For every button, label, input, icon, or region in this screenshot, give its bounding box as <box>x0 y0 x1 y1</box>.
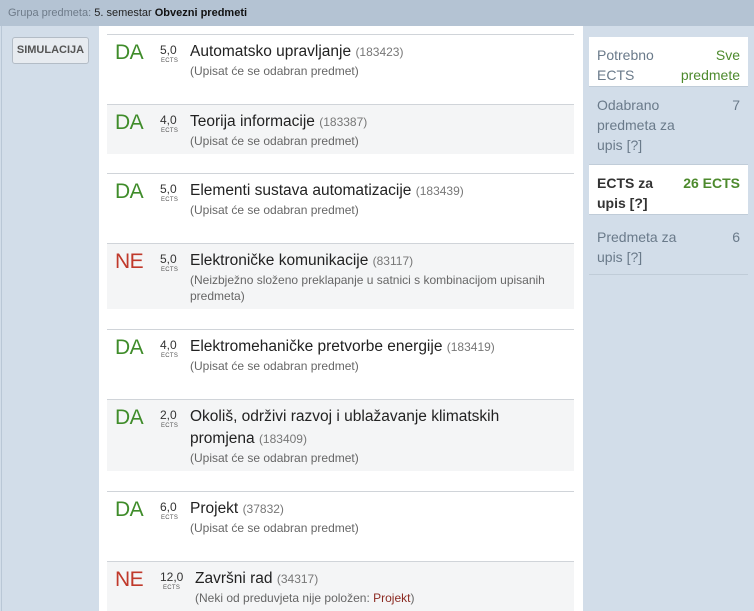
course-note: (Neki od preduvjeta nije položen: Projek… <box>195 590 565 606</box>
stat-label[interactable]: ECTS za upis [?] <box>597 173 677 213</box>
stat-value: 26 ECTS <box>683 175 740 191</box>
ects-unit: ECTS <box>161 197 179 203</box>
prerequisite-link[interactable]: Projekt <box>373 591 410 605</box>
course-row[interactable]: DA 4,0 ECTS Teorija informacije (183387)… <box>107 104 574 154</box>
course-note: (Upisat će se odabran predmet) <box>190 64 359 78</box>
course-title: Završni rad (34317) <box>195 568 565 590</box>
course-name[interactable]: Teorija informacije <box>190 113 315 130</box>
ects-unit: ECTS <box>161 515 179 521</box>
course-row[interactable]: DA 6,0 ECTS Projekt (37832) (Upisat će s… <box>107 491 574 541</box>
stat-label[interactable]: Odabrano predmeta za upis [?] <box>597 95 677 155</box>
course-code: (83117) <box>372 254 414 268</box>
course-note: (Neizbježno složeno preklapanje u satnic… <box>190 273 545 303</box>
stat-label[interactable]: Predmeta za upis [?] <box>597 227 677 267</box>
enroll-status: DA <box>115 498 144 521</box>
course-row[interactable]: NE 12,0 ECTS Završni rad (34317) (Neki o… <box>107 561 574 611</box>
enroll-status: DA <box>115 41 144 64</box>
course-code: (183387) <box>319 115 368 129</box>
course-code: (183419) <box>446 340 495 354</box>
course-row[interactable]: DA 5,0 ECTS Elementi sustava automatizac… <box>107 173 574 223</box>
ects-value: 5,0 <box>160 43 177 57</box>
course-name[interactable]: Okoliš, održivi razvoj i ublažavanje kli… <box>190 408 499 447</box>
course-row[interactable]: DA 4,0 ECTS Elektromehaničke pretvorbe e… <box>107 329 574 379</box>
summary-panel: Potrebno ECTS Sve predmete Odabrano pred… <box>583 26 754 611</box>
ects-value: 12,0 <box>160 570 184 584</box>
course-title: Elementi sustava automatizacije (183439) <box>190 180 560 202</box>
course-row[interactable]: DA 5,0 ECTS Automatsko upravljanje (1834… <box>107 34 574 84</box>
course-name[interactable]: Elementi sustava automatizacije <box>190 182 411 199</box>
ects-unit: ECTS <box>161 58 179 64</box>
course-code: (37832) <box>242 502 284 516</box>
course-note: (Upisat će se odabran predmet) <box>190 451 359 465</box>
stat-ects-to-enroll: ECTS za upis [?] 26 ECTS <box>589 165 748 215</box>
course-title: Elektroničke komunikacije (83117) <box>190 250 560 272</box>
stat-courses-to-enroll: Predmeta za upis [?] 6 <box>589 219 748 275</box>
course-title: Projekt (37832) <box>190 498 560 520</box>
note-text: (Neki od preduvjeta nije položen: <box>195 591 374 605</box>
left-panel <box>1 26 99 611</box>
course-name[interactable]: Završni rad <box>195 570 273 587</box>
semester-label: 5. semestar <box>94 7 152 19</box>
ects-unit: ECTS <box>161 267 179 273</box>
enroll-status: NE <box>115 250 144 273</box>
ects-unit: ECTS <box>161 128 179 134</box>
enroll-status: DA <box>115 406 144 429</box>
enroll-status: DA <box>115 336 144 359</box>
ects-unit: ECTS <box>161 353 179 359</box>
enroll-status: NE <box>115 568 144 591</box>
course-name[interactable]: Automatsko upravljanje <box>190 43 351 60</box>
ects-value: 4,0 <box>160 113 177 127</box>
course-title: Automatsko upravljanje (183423) <box>190 41 560 63</box>
course-title: Okoliš, održivi razvoj i ublažavanje kli… <box>190 406 560 450</box>
course-list: DA 5,0 ECTS Automatsko upravljanje (1834… <box>99 26 583 611</box>
course-code: (183439) <box>415 184 464 198</box>
course-title: Teorija informacije (183387) <box>190 111 560 133</box>
course-title: Elektromehaničke pretvorbe energije (183… <box>190 336 560 358</box>
course-name[interactable]: Elektromehaničke pretvorbe energije <box>190 338 442 355</box>
stat-label: Potrebno ECTS <box>597 47 654 83</box>
ects-unit: ECTS <box>161 423 179 429</box>
course-note: (Upisat će se odabran predmet) <box>190 134 359 148</box>
ects-unit: ECTS <box>163 585 181 591</box>
stat-selected-courses: Odabrano predmeta za upis [?] 7 <box>589 87 748 165</box>
stat-value: Sve predmete <box>680 47 740 83</box>
course-code: (183409) <box>258 432 307 446</box>
course-name[interactable]: Elektroničke komunikacije <box>190 252 368 269</box>
enroll-status: DA <box>115 180 144 203</box>
course-row[interactable]: NE 5,0 ECTS Elektroničke komunikacije (8… <box>107 243 574 309</box>
enroll-status: DA <box>115 111 144 134</box>
ects-value: 6,0 <box>160 500 177 514</box>
ects-value: 4,0 <box>160 338 177 352</box>
ects-value: 5,0 <box>160 182 177 196</box>
course-row[interactable]: DA 2,0 ECTS Okoliš, održivi razvoj i ubl… <box>107 399 574 471</box>
group-name: Obvezni predmeti <box>154 7 248 19</box>
stat-required-ects: Potrebno ECTS Sve predmete <box>589 37 748 87</box>
note-text-end: ) <box>410 591 415 605</box>
stat-value: 7 <box>732 97 740 113</box>
course-code: (34317) <box>276 572 319 586</box>
course-note: (Upisat će se odabran predmet) <box>190 359 359 373</box>
simulate-button[interactable]: SIMULACIJA <box>12 37 89 64</box>
group-header: Grupa predmeta: 5. semestar Obvezni pred… <box>0 0 754 26</box>
stat-value: 6 <box>732 229 740 245</box>
group-label: Grupa predmeta: <box>8 7 92 19</box>
course-code: (183423) <box>355 45 404 59</box>
course-note: (Upisat će se odabran predmet) <box>190 521 359 535</box>
course-note: (Upisat će se odabran predmet) <box>190 203 359 217</box>
ects-value: 2,0 <box>160 408 177 422</box>
ects-value: 5,0 <box>160 252 177 266</box>
course-name[interactable]: Projekt <box>190 500 238 517</box>
